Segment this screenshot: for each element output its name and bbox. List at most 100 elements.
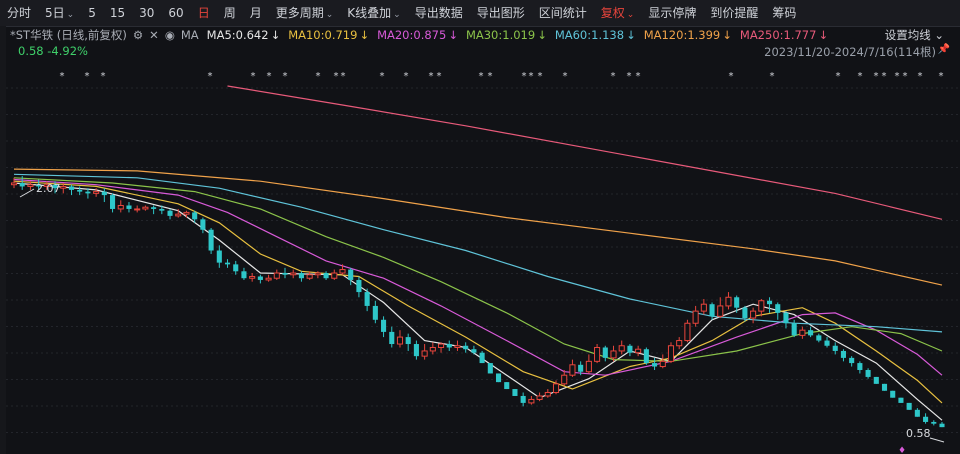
- kline-chart-window: 分时 5日 ⌄ 5 15 30 60 日周月更多周期 ⌄ K线叠加 ⌄ 导出数据 导出图形 区间统计 复权 ⌄…: [0, 0, 960, 454]
- candle-body-down: [824, 340, 830, 346]
- candle-body-down: [709, 304, 715, 317]
- candle-body-up: [249, 275, 256, 279]
- candle-body-down: [840, 350, 846, 358]
- candle-body-down: [857, 363, 863, 370]
- event-marker: *: [60, 71, 65, 82]
- candle-body-down: [808, 330, 814, 336]
- candle-body-up: [750, 310, 757, 319]
- event-marker: *: [895, 71, 900, 82]
- candle-body-down: [602, 347, 608, 358]
- event-marker: *: [882, 71, 887, 82]
- candle-body-down: [471, 349, 477, 353]
- candle-body-down: [931, 421, 937, 424]
- candle-body-down: [742, 307, 748, 319]
- candle-body-down: [101, 191, 107, 196]
- candlestick-chart: * * * * * * * * * * * * * * * * * * * * * * * * * * * * * * * * *2.070.5…: [6, 71, 960, 454]
- event-marker: *: [341, 71, 346, 82]
- high-price-label: 2.07: [36, 182, 61, 195]
- ma-line-ma5: [13, 182, 943, 421]
- candle-body-up: [799, 329, 806, 336]
- candle-body-down: [504, 382, 510, 390]
- candle-body-up: [536, 395, 543, 400]
- candle-body-down: [241, 271, 247, 279]
- candle-body-up: [635, 348, 642, 354]
- event-marker: *: [529, 71, 534, 82]
- candle-body-up: [10, 182, 18, 186]
- candle-body-up: [725, 296, 732, 307]
- event-marker: *: [939, 71, 944, 82]
- candle-body-up: [331, 272, 338, 279]
- candle-body-up: [175, 213, 182, 217]
- candle-body-down: [216, 250, 222, 263]
- candle-body-down: [914, 409, 920, 417]
- candle-body-up: [429, 346, 436, 352]
- candle-body-up: [667, 345, 675, 362]
- candle-body-up: [585, 360, 592, 373]
- candle-body-down: [257, 276, 263, 280]
- candle-body-up: [265, 277, 272, 281]
- event-marker: *: [479, 71, 484, 82]
- event-marker: *: [283, 71, 288, 82]
- candle-body-up: [684, 322, 691, 342]
- candle-body-down: [906, 402, 912, 410]
- candle-body-down: [766, 300, 773, 305]
- event-marker: *: [874, 71, 879, 82]
- candle-body-down: [364, 292, 370, 306]
- low-label-leader: [929, 437, 945, 443]
- candle-body-down: [520, 395, 526, 403]
- candle-body-down: [151, 207, 157, 209]
- candle-body-up: [758, 300, 765, 312]
- candle-body-down: [233, 264, 239, 272]
- candle-body-down: [643, 349, 649, 364]
- candle-body-down: [775, 304, 781, 313]
- candle-body-down: [298, 273, 304, 279]
- event-marker: *: [251, 71, 256, 82]
- candle-body-down: [348, 269, 354, 280]
- ma-line-ma10: [13, 180, 943, 404]
- candle-body-down: [783, 312, 789, 324]
- candle-body-down: [372, 305, 378, 320]
- candle-body-up: [27, 184, 34, 187]
- high-label-leader: [19, 188, 35, 198]
- candle-body-down: [389, 331, 395, 345]
- event-marker: *: [404, 71, 409, 82]
- event-marker: *: [488, 71, 493, 82]
- candle-body-up: [142, 206, 149, 210]
- candle-body-up: [117, 204, 124, 210]
- candle-body-down: [463, 345, 469, 350]
- candle-body-up: [134, 208, 141, 211]
- candle-body-down: [849, 357, 855, 364]
- candle-body-down: [167, 210, 173, 216]
- candle-body-down: [939, 423, 945, 428]
- candle-body-down: [898, 397, 904, 403]
- event-marker: *: [563, 71, 568, 82]
- candle-body-up: [569, 364, 576, 376]
- event-marker: *: [437, 71, 442, 82]
- candle-body-up: [610, 350, 617, 359]
- candle-body-down: [652, 363, 658, 367]
- candle-body-down: [405, 337, 411, 345]
- event-marker: *: [918, 71, 923, 82]
- candle-body-up: [306, 274, 313, 279]
- event-marker: *: [611, 71, 616, 82]
- candle-body-down: [865, 370, 871, 377]
- event-marker: *: [85, 71, 90, 82]
- candle-body-up: [561, 374, 568, 385]
- candle-body-up: [528, 398, 535, 404]
- event-marker: *: [636, 71, 641, 82]
- candle-body-down: [192, 212, 198, 220]
- candle-body-up: [273, 272, 280, 279]
- candle-body-up: [60, 185, 67, 189]
- candle-body-up: [676, 340, 683, 347]
- event-marker: *: [903, 71, 908, 82]
- candle-body-down: [200, 219, 206, 230]
- event-marker: *: [208, 71, 213, 82]
- candle-body-up: [437, 343, 445, 348]
- candle-body-down: [19, 182, 25, 187]
- event-flag-icon: ♦: [898, 446, 906, 454]
- candle-body-up: [552, 383, 560, 394]
- candle-body-down: [627, 345, 633, 353]
- candle-body-down: [446, 344, 452, 348]
- candle-body-down: [734, 297, 740, 308]
- ma-line-ma250: [227, 85, 943, 220]
